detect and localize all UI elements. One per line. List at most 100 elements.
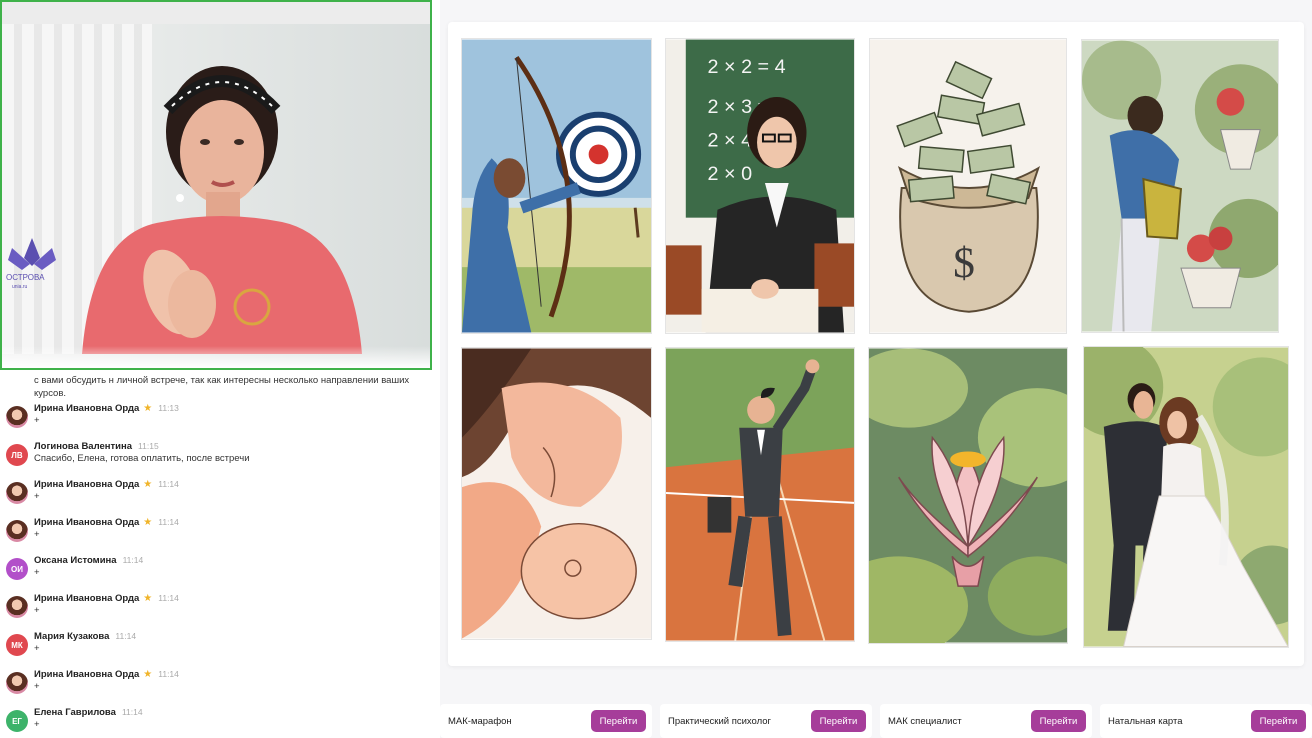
chat-message: ЛВ Логинова Валентина 11:15 Спасибо, Елена,… — [0, 438, 436, 476]
star-icon: ★ — [143, 479, 153, 490]
gardener-icon — [1082, 40, 1278, 332]
archer-icon — [462, 39, 651, 333]
course-name: Натальная карта — [1108, 715, 1183, 727]
go-button[interactable]: Перейти — [1031, 710, 1086, 732]
message-time: 11:14 — [158, 669, 179, 679]
course-name: МАК специалист — [888, 715, 962, 727]
author-name[interactable]: Ирина Ивановна Орда — [34, 668, 139, 681]
message-text: + — [34, 719, 40, 730]
star-icon: ★ — [143, 517, 153, 528]
message-header: Ирина Ивановна Орда ★ 11:14 — [34, 666, 436, 681]
video-stream[interactable]: ОСТРОВА unia.ru — [0, 0, 432, 370]
chat-message: Ирина Ивановна Орда ★ 11:14 + — [0, 514, 436, 552]
runner-icon — [666, 348, 854, 641]
message-text: + — [34, 681, 40, 692]
star-icon: ★ — [143, 669, 153, 680]
message-text: + — [34, 529, 40, 540]
chat-message: Ирина Ивановна Орда ★ 11:13 + — [0, 400, 436, 438]
course-item: МАК специалист Перейти — [880, 704, 1092, 738]
star-icon: ★ — [143, 403, 153, 414]
video-fade — [2, 346, 430, 368]
teacher-icon: 2 × 2 = 4 2 × 3 = 6 2 × 4 2 × 0 — [666, 39, 854, 333]
right-panel: 2 × 2 = 4 2 × 3 = 6 2 × 4 2 × 0 $ МАК-ма… — [440, 0, 1312, 738]
author-name[interactable]: Оксана Истомина — [34, 554, 117, 567]
money-bag-card[interactable]: $ — [869, 38, 1067, 334]
avatar[interactable]: ОИ — [6, 558, 28, 580]
chalk-line-4: 2 × 0 — [708, 163, 753, 185]
wedding-card[interactable] — [1083, 346, 1289, 648]
courses-bar: МАК-марафон Перейти Практический психоло… — [440, 704, 1312, 738]
gardener-card[interactable] — [1081, 39, 1279, 333]
chat-message: Ирина Ивановна Орда ★ 11:14 + — [0, 476, 436, 514]
author-name[interactable]: Ирина Ивановна Орда — [34, 516, 139, 529]
message-time: 11:14 — [121, 707, 143, 717]
left-panel: ОСТРОВА unia.ru с вами обсудить н личной… — [0, 0, 436, 738]
archer-card[interactable] — [461, 38, 652, 334]
message-container: Ирина Ивановна Орда ★ 11:13 + ЛВ Логинова Вал… — [0, 400, 436, 738]
mother-baby-card[interactable] — [461, 347, 652, 640]
chalk-line-1: 2 × 2 = 4 — [708, 56, 786, 78]
message-header: Ирина Ивановна Орда ★ 11:14 — [34, 590, 436, 605]
course-name: МАК-марафон — [448, 715, 512, 727]
chat-message: Ирина Ивановна Орда ★ 11:14 + — [0, 666, 436, 704]
message-text: + — [34, 415, 40, 426]
runner-card[interactable] — [665, 347, 855, 642]
author-name[interactable]: Логинова Валентина — [34, 440, 132, 453]
message-header: Мария Кузакова 11:14 — [34, 628, 436, 643]
avatar[interactable] — [6, 482, 28, 504]
mother-baby-icon — [462, 348, 651, 639]
message-header: Елена Гаврилова 11:14 — [34, 704, 436, 719]
message-time: 11:14 — [122, 555, 144, 565]
video-top-strip — [2, 2, 430, 24]
avatar[interactable] — [6, 596, 28, 618]
lotus-card[interactable] — [868, 347, 1068, 644]
go-button[interactable]: Перейти — [811, 710, 866, 732]
message-header: Ирина Ивановна Орда ★ 11:14 — [34, 476, 436, 491]
avatar[interactable]: ЛВ — [6, 444, 28, 466]
presenter — [82, 66, 362, 354]
message-header: Логинова Валентина 11:15 — [34, 438, 436, 453]
chalk-line-3: 2 × 4 — [708, 129, 753, 151]
author-name[interactable]: Мария Кузакова — [34, 630, 109, 643]
course-item: Натальная карта Перейти — [1100, 704, 1312, 738]
go-button[interactable]: Перейти — [1251, 710, 1306, 732]
author-name[interactable]: Елена Гаврилова — [34, 706, 116, 719]
message-header: Оксана Истомина 11:14 — [34, 552, 436, 567]
message-text: + — [34, 643, 40, 654]
message-text: + — [34, 605, 40, 616]
money-bag-icon: $ — [870, 39, 1066, 333]
previous-message-text: с вами обсудить н личной встрече, так ка… — [34, 375, 410, 399]
go-button[interactable]: Перейти — [591, 710, 646, 732]
cards-panel: 2 × 2 = 4 2 × 3 = 6 2 × 4 2 × 0 $ — [448, 22, 1304, 666]
chat-list[interactable]: с вами обсудить н личной встрече, так ка… — [0, 372, 436, 738]
message-text: + — [34, 567, 40, 578]
author-name[interactable]: Ирина Ивановна Орда — [34, 592, 139, 605]
logo-url: unia.ru — [12, 284, 28, 290]
chat-message: Ирина Ивановна Орда ★ 11:14 + — [0, 590, 436, 628]
message-text: Спасибо, Елена, готова оплатить, после в… — [34, 453, 250, 464]
avatar[interactable] — [6, 672, 28, 694]
lotus-icon — [869, 348, 1067, 643]
star-icon: ★ — [143, 593, 153, 604]
course-item: МАК-марафон Перейти — [440, 704, 652, 738]
message-header: Ирина Ивановна Орда ★ 11:13 — [34, 400, 436, 415]
dollar-sign-icon: $ — [953, 239, 975, 287]
message-time: 11:13 — [158, 403, 179, 413]
author-name[interactable]: Ирина Ивановна Орда — [34, 402, 139, 415]
avatar[interactable]: МК — [6, 634, 28, 656]
course-name: Практический психолог — [668, 715, 772, 727]
message-time: 11:14 — [158, 479, 179, 489]
author-name[interactable]: Ирина Ивановна Орда — [34, 478, 139, 491]
avatar[interactable] — [6, 520, 28, 542]
course-item: Практический психолог Перейти — [660, 704, 872, 738]
message-time: 11:14 — [158, 593, 179, 603]
message-header: Ирина Ивановна Орда ★ 11:14 — [34, 514, 436, 529]
message-text: + — [34, 491, 40, 502]
avatar[interactable] — [6, 406, 28, 428]
avatar[interactable]: ЕГ — [6, 710, 28, 732]
message-time: 11:15 — [138, 441, 159, 451]
teacher-card[interactable]: 2 × 2 = 4 2 × 3 = 6 2 × 4 2 × 0 — [665, 38, 855, 334]
message-time: 11:14 — [115, 631, 137, 641]
chat-message: МК Мария Кузакова 11:14 + — [0, 628, 436, 666]
chat-message: ОИ Оксана Истомина 11:14 + — [0, 552, 436, 590]
